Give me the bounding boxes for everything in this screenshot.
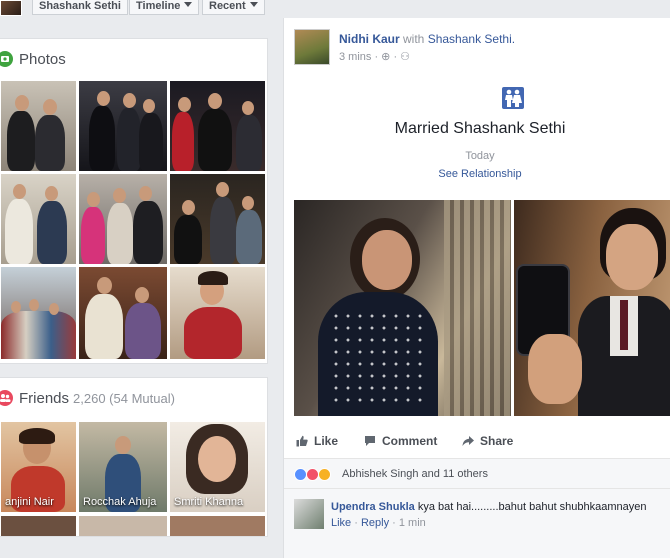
chevron-down-icon xyxy=(184,2,193,7)
photo-thumb[interactable] xyxy=(79,81,167,171)
reactions-bar[interactable]: Abhishek Singh and 11 others xyxy=(284,458,670,488)
friends-count: 2,260 (54 Mutual) xyxy=(73,391,175,406)
comment-reply-link[interactable]: Reply xyxy=(361,517,389,529)
relationship-title: Married Shashank Sethi xyxy=(394,120,566,137)
timeline-label: Timeline xyxy=(136,0,181,12)
with-text: with xyxy=(403,32,425,46)
post-photo-left[interactable] xyxy=(294,200,511,416)
recent-dropdown[interactable]: Recent xyxy=(202,0,265,15)
friend-tile[interactable]: Rocchak Ahuja xyxy=(79,422,167,512)
friend-name: anjini Nair xyxy=(5,496,54,508)
friends-title-label: Friends xyxy=(19,390,70,407)
comment-icon xyxy=(364,435,376,447)
friends-card: Friends 2,260 (54 Mutual) anjini Nair Roc… xyxy=(0,377,268,537)
comment-button[interactable]: Comment xyxy=(364,434,437,448)
wow-reaction-icon xyxy=(318,468,331,481)
share-label: Share xyxy=(480,434,514,448)
thumbs-up-icon xyxy=(296,435,308,447)
relationship-post: Nidhi Kaur with Shashank Sethi. 3 mins ·… xyxy=(283,18,670,558)
comment-item: Upendra Shukla kya bat hai.........bahut… xyxy=(284,488,670,558)
friend-name: Rocchak Ahuja xyxy=(83,496,157,508)
friends-header[interactable]: Friends 2,260 (54 Mutual) xyxy=(0,378,267,418)
photo-thumb[interactable] xyxy=(79,267,167,359)
friend-tile[interactable]: anjini Nair xyxy=(1,422,76,512)
see-relationship-link[interactable]: See Relationship xyxy=(284,168,670,180)
photo-thumb[interactable] xyxy=(170,267,265,359)
profile-name-button[interactable]: Shashank Sethi xyxy=(32,0,128,15)
relationship-icon xyxy=(499,84,527,112)
profile-name-label: Shashank Sethi xyxy=(39,0,121,12)
photo-thumb[interactable] xyxy=(1,81,76,171)
timeline-dropdown[interactable]: Timeline xyxy=(129,0,200,15)
friend-tile[interactable]: Smriti Khanna xyxy=(170,422,265,512)
photo-thumb[interactable] xyxy=(170,174,265,264)
profile-top-bar: Shashank Sethi Timeline Recent xyxy=(0,0,670,16)
photo-thumb[interactable] xyxy=(1,267,76,359)
post-timestamp[interactable]: 3 mins · ⊕ · ⚇ xyxy=(339,50,410,63)
chevron-down-icon xyxy=(249,2,258,7)
friend-tile[interactable] xyxy=(1,516,76,536)
comment-body: Upendra Shukla kya bat hai.........bahut… xyxy=(331,501,647,513)
commenter-name-link[interactable]: Upendra Shukla xyxy=(331,501,415,513)
comment-like-link[interactable]: Like xyxy=(331,517,351,529)
reactions-text: Abhishek Singh and 11 others xyxy=(342,468,488,480)
friend-name: Smriti Khanna xyxy=(174,496,244,508)
photo-thumb[interactable] xyxy=(1,174,76,264)
friends-icon xyxy=(0,390,13,406)
comment-time: 1 min xyxy=(398,517,426,529)
photos-title: Photos xyxy=(19,51,66,68)
profile-avatar[interactable] xyxy=(0,0,22,16)
comment-meta: Like · Reply · 1 min xyxy=(331,517,426,529)
photos-card: Photos xyxy=(0,38,268,364)
share-icon xyxy=(462,435,474,447)
author-avatar[interactable] xyxy=(294,29,330,65)
friends-title: Friends 2,260 (54 Mutual) xyxy=(19,390,175,407)
post-actions: Like Comment Share xyxy=(294,428,670,456)
like-label: Like xyxy=(314,434,339,448)
comment-text: kya bat hai.........bahut bahut shubhkaa… xyxy=(417,501,647,513)
commenter-avatar[interactable] xyxy=(294,499,324,529)
photo-thumb[interactable] xyxy=(170,81,265,171)
photos-icon xyxy=(0,51,13,67)
author-name-link[interactable]: Nidhi Kaur xyxy=(339,32,400,46)
post-header: Nidhi Kaur with Shashank Sethi. xyxy=(339,32,515,46)
photo-thumb[interactable] xyxy=(79,174,167,264)
photos-header[interactable]: Photos xyxy=(0,39,267,79)
comment-label: Comment xyxy=(382,434,438,448)
recent-label: Recent xyxy=(209,0,246,12)
tagged-user-link[interactable]: Shashank Sethi. xyxy=(428,32,515,46)
share-button[interactable]: Share xyxy=(462,434,513,448)
relationship-date: Today xyxy=(465,150,495,162)
friend-tile[interactable] xyxy=(79,516,167,536)
friend-tile[interactable] xyxy=(170,516,265,536)
post-photo-right[interactable] xyxy=(514,200,670,416)
like-button[interactable]: Like xyxy=(296,434,338,448)
